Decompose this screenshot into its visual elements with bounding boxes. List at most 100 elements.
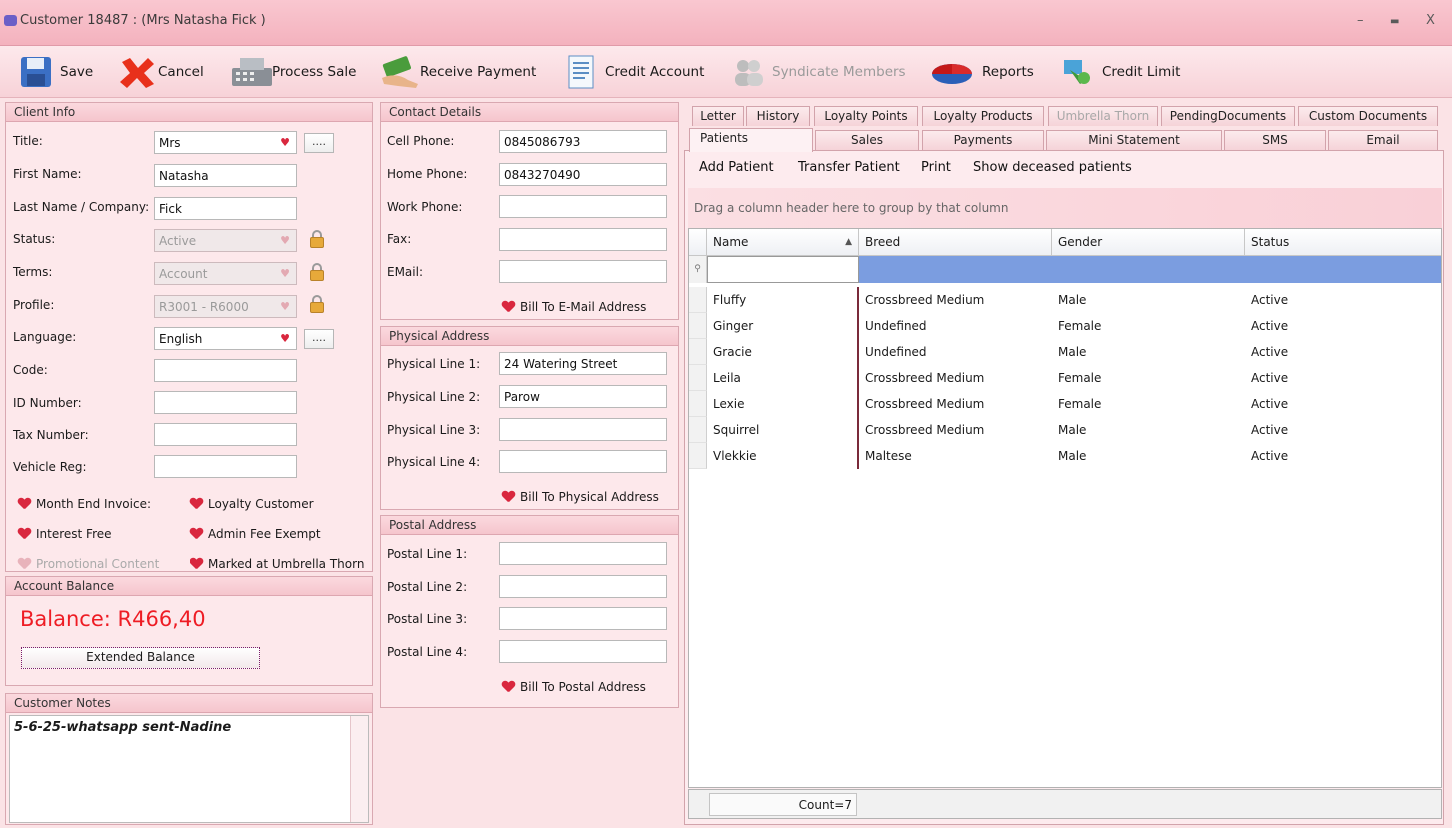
column-header-breed[interactable]: Breed bbox=[859, 229, 1052, 256]
postal-line1-field[interactable] bbox=[499, 542, 667, 565]
notes-scrollbar[interactable] bbox=[350, 716, 368, 822]
table-row[interactable]: Leila Crossbreed Medium Female Active bbox=[689, 365, 1441, 391]
transfer-patient-link[interactable]: Transfer Patient bbox=[798, 160, 900, 175]
language-ellipsis-button[interactable]: .... bbox=[304, 329, 334, 349]
row-selector[interactable] bbox=[689, 313, 707, 339]
language-dropdown[interactable]: English ♥ bbox=[154, 327, 297, 350]
cell-breed[interactable]: Crossbreed Medium bbox=[859, 287, 1052, 313]
fax-field[interactable] bbox=[499, 228, 667, 251]
customer-notes-textarea[interactable]: 5-6-25-whatsapp sent-Nadine bbox=[9, 715, 369, 823]
id-number-field[interactable] bbox=[154, 391, 297, 414]
cell-breed[interactable]: Undefined bbox=[859, 313, 1052, 339]
close-button[interactable]: X bbox=[1426, 13, 1435, 28]
physical-line4-field[interactable] bbox=[499, 450, 667, 473]
cancel-button[interactable]: Cancel bbox=[116, 50, 204, 94]
tab-loyalty-products[interactable]: Loyalty Products bbox=[922, 106, 1044, 126]
postal-line2-field[interactable] bbox=[499, 575, 667, 598]
cell-phone-field[interactable]: 0845086793 bbox=[499, 130, 667, 153]
interest-free-checkbox[interactable]: Interest Free bbox=[18, 527, 112, 541]
credit-account-button[interactable]: Credit Account bbox=[563, 50, 704, 94]
table-row[interactable]: Squirrel Crossbreed Medium Male Active bbox=[689, 417, 1441, 443]
cell-status[interactable]: Active bbox=[1245, 443, 1441, 469]
loyalty-customer-checkbox[interactable]: Loyalty Customer bbox=[190, 497, 314, 511]
process-sale-button[interactable]: Process Sale bbox=[230, 50, 356, 94]
tax-number-field[interactable] bbox=[154, 423, 297, 446]
cell-status[interactable]: Active bbox=[1245, 417, 1441, 443]
lock-icon[interactable] bbox=[307, 294, 327, 314]
cell-gender[interactable]: Male bbox=[1052, 443, 1245, 469]
cell-breed[interactable]: Crossbreed Medium bbox=[859, 417, 1052, 443]
reports-button[interactable]: Reports bbox=[930, 50, 1034, 94]
terms-dropdown[interactable]: Account ♥ bbox=[154, 262, 297, 285]
group-by-panel[interactable]: Drag a column header here to group by th… bbox=[688, 188, 1442, 228]
filter-row-cells[interactable] bbox=[859, 256, 1441, 283]
column-header-gender[interactable]: Gender bbox=[1052, 229, 1245, 256]
email-field[interactable] bbox=[499, 260, 667, 283]
table-row[interactable]: Gracie Undefined Male Active bbox=[689, 339, 1441, 365]
first-name-field[interactable]: Natasha bbox=[154, 164, 297, 187]
save-button[interactable]: Save bbox=[18, 50, 93, 94]
marked-umbrella-checkbox[interactable]: Marked at Umbrella Thorn bbox=[190, 557, 372, 571]
receive-payment-button[interactable]: Receive Payment bbox=[378, 50, 536, 94]
show-deceased-link[interactable]: Show deceased patients bbox=[973, 160, 1132, 175]
bill-to-postal-checkbox[interactable]: Bill To Postal Address bbox=[502, 680, 646, 694]
tab-letter[interactable]: Letter bbox=[692, 106, 744, 126]
cell-breed[interactable]: Undefined bbox=[859, 339, 1052, 365]
title-ellipsis-button[interactable]: .... bbox=[304, 133, 334, 153]
tab-payments[interactable]: Payments bbox=[922, 130, 1044, 150]
cell-breed[interactable]: Crossbreed Medium bbox=[859, 391, 1052, 417]
row-selector[interactable] bbox=[689, 443, 707, 469]
column-header-status[interactable]: Status bbox=[1245, 229, 1441, 256]
cell-gender[interactable]: Female bbox=[1052, 391, 1245, 417]
column-header-name[interactable]: Name ▲ bbox=[707, 229, 859, 256]
cell-name[interactable]: Lexie bbox=[707, 391, 859, 417]
bill-to-email-checkbox[interactable]: Bill To E-Mail Address bbox=[502, 300, 646, 314]
table-row[interactable]: Vlekkie Maltese Male Active bbox=[689, 443, 1441, 469]
cell-breed[interactable]: Crossbreed Medium bbox=[859, 365, 1052, 391]
tab-loyalty-points[interactable]: Loyalty Points bbox=[814, 106, 918, 126]
cell-status[interactable]: Active bbox=[1245, 365, 1441, 391]
vehicle-reg-field[interactable] bbox=[154, 455, 297, 478]
tab-history[interactable]: History bbox=[746, 106, 810, 126]
physical-line1-field[interactable]: 24 Watering Street bbox=[499, 352, 667, 375]
cell-gender[interactable]: Female bbox=[1052, 313, 1245, 339]
cell-breed[interactable]: Maltese bbox=[859, 443, 1052, 469]
cell-gender[interactable]: Male bbox=[1052, 339, 1245, 365]
tab-sales[interactable]: Sales bbox=[815, 130, 919, 150]
row-selector[interactable] bbox=[689, 391, 707, 417]
status-dropdown[interactable]: Active ♥ bbox=[154, 229, 297, 252]
cell-name[interactable]: Leila bbox=[707, 365, 859, 391]
promotional-content-checkbox[interactable]: Promotional Content bbox=[18, 557, 159, 571]
extended-balance-button[interactable]: Extended Balance bbox=[21, 647, 260, 669]
row-selector[interactable] bbox=[689, 339, 707, 365]
tab-mini-statement[interactable]: Mini Statement bbox=[1046, 130, 1222, 150]
cell-name[interactable]: Squirrel bbox=[707, 417, 859, 443]
tab-umbrella-thorn[interactable]: Umbrella Thorn bbox=[1048, 106, 1158, 126]
tab-sms[interactable]: SMS bbox=[1224, 130, 1326, 150]
cell-gender[interactable]: Male bbox=[1052, 417, 1245, 443]
profile-dropdown[interactable]: R3001 - R6000 ♥ bbox=[154, 295, 297, 318]
last-name-field[interactable]: Fick bbox=[154, 197, 297, 220]
physical-line3-field[interactable] bbox=[499, 418, 667, 441]
code-field[interactable] bbox=[154, 359, 297, 382]
row-selector[interactable] bbox=[689, 417, 707, 443]
cell-name[interactable]: Fluffy bbox=[707, 287, 859, 313]
row-selector[interactable] bbox=[689, 365, 707, 391]
table-row[interactable]: Ginger Undefined Female Active bbox=[689, 313, 1441, 339]
cell-name[interactable]: Vlekkie bbox=[707, 443, 859, 469]
tab-patients[interactable]: Patients bbox=[689, 128, 813, 152]
cell-name[interactable]: Gracie bbox=[707, 339, 859, 365]
cell-status[interactable]: Active bbox=[1245, 391, 1441, 417]
lock-icon[interactable] bbox=[307, 262, 327, 282]
work-phone-field[interactable] bbox=[499, 195, 667, 218]
postal-line4-field[interactable] bbox=[499, 640, 667, 663]
add-patient-link[interactable]: Add Patient bbox=[699, 160, 774, 175]
syndicate-members-button[interactable]: Syndicate Members bbox=[730, 50, 906, 94]
table-row[interactable]: Fluffy Crossbreed Medium Male Active bbox=[689, 287, 1441, 313]
filter-name-cell[interactable] bbox=[707, 256, 859, 283]
cell-gender[interactable]: Female bbox=[1052, 365, 1245, 391]
tab-pending-documents[interactable]: PendingDocuments bbox=[1161, 106, 1295, 126]
physical-line2-field[interactable]: Parow bbox=[499, 385, 667, 408]
minimize-button[interactable]: – bbox=[1357, 13, 1364, 28]
print-link[interactable]: Print bbox=[921, 160, 951, 175]
